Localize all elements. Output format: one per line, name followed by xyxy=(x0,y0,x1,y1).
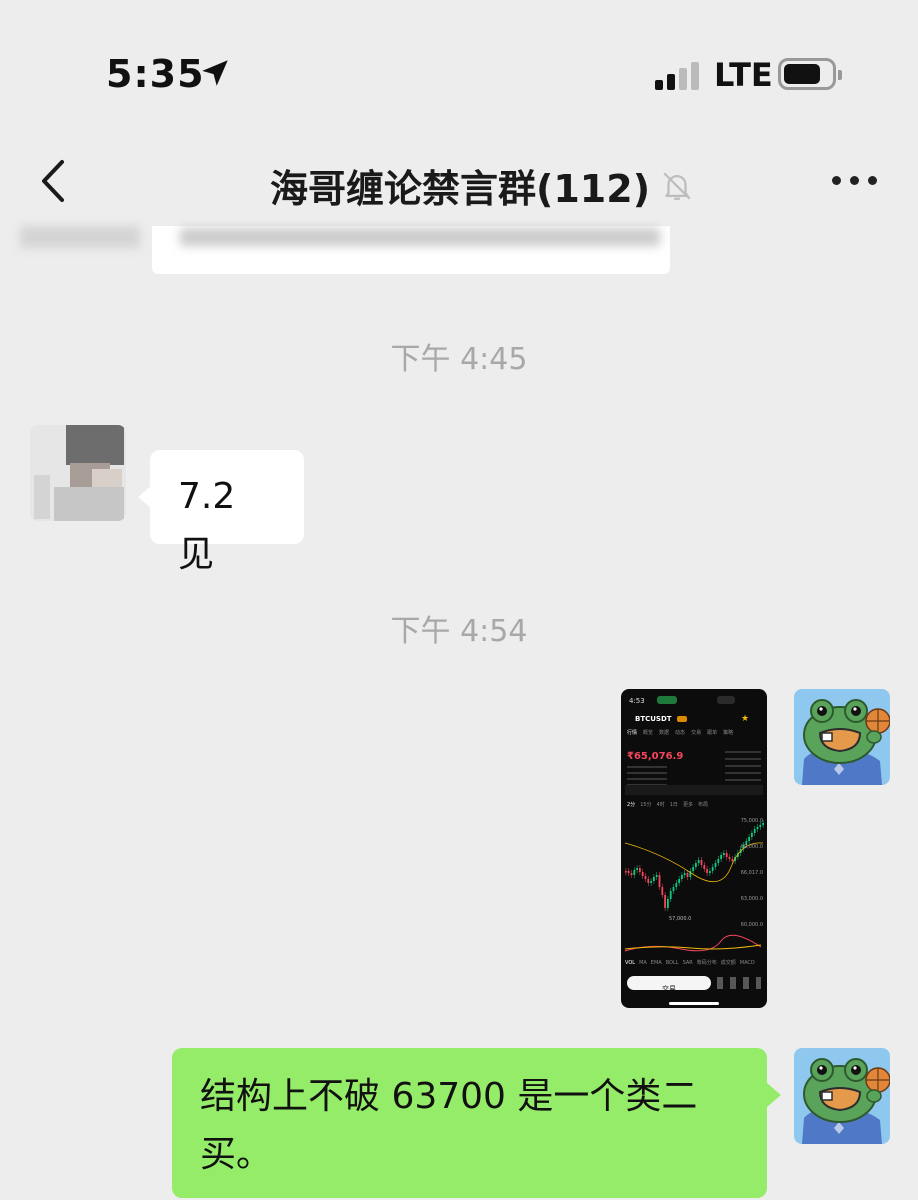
shot-interval: 2分 xyxy=(627,802,636,808)
shot-interval: 1日 xyxy=(669,802,678,808)
chat-title-group[interactable]: 海哥缠论禁言群(112) xyxy=(270,158,694,213)
shot-indicator: VOL xyxy=(625,960,636,966)
shot-indicator xyxy=(657,696,677,704)
shot-interval: 4时 xyxy=(656,802,665,808)
blurred-avatar-fragment xyxy=(20,226,140,248)
shot-tab: 策略 xyxy=(723,730,734,736)
shot-interval: 更多 xyxy=(682,802,693,808)
message-text: 7.2 见 xyxy=(178,476,236,575)
shot-home-indicator xyxy=(669,1002,719,1005)
shot-stats xyxy=(725,751,761,781)
status-time: 5:35 xyxy=(106,52,205,96)
message-text: 结构上不破 63700 是一个类二买。 xyxy=(200,1076,698,1175)
shot-indicator-tabs: VOL MA EMA BOLL SAR 筹码分布 成交额 MACD xyxy=(625,959,755,967)
shot-tab: 交易 xyxy=(691,730,702,736)
macd-panel xyxy=(624,934,762,952)
shot-price-level: 60,000.0 xyxy=(740,922,763,928)
shot-time: 4:53 xyxy=(629,697,645,705)
shot-indicator: 筹码分布 xyxy=(696,960,717,966)
shot-indicator xyxy=(717,696,735,704)
shot-news-banner xyxy=(625,785,763,795)
status-bar: 5:35 LTE xyxy=(0,0,918,140)
shot-price: ₹65,076.9 xyxy=(627,751,684,762)
shot-interval: 布局 xyxy=(697,802,708,808)
blurred-text-fragment xyxy=(180,228,660,246)
message-bubble[interactable]: 7.2 见 xyxy=(150,450,304,575)
shot-tabs: 行情 概览 数据 动态 交易 跟单 策略 xyxy=(627,729,763,739)
avatar[interactable] xyxy=(794,689,890,785)
more-dots-icon[interactable] xyxy=(826,166,882,196)
shot-tab: 跟单 xyxy=(707,730,718,736)
shot-low-label: 57,000.0 xyxy=(669,916,692,922)
shot-tab: 行情 xyxy=(627,730,638,736)
shot-badge xyxy=(677,716,687,722)
shot-indicator: BOLL xyxy=(665,960,679,966)
shot-tab: 动态 xyxy=(675,730,686,736)
message-bubble[interactable]: 结构上不破 63700 是一个类二买。 xyxy=(172,1048,767,1198)
shot-price-level: 63,000.0 xyxy=(740,896,763,902)
star-icon: ★ xyxy=(741,714,750,724)
signal-bars-icon xyxy=(655,60,699,90)
avatar[interactable] xyxy=(794,1048,890,1144)
shot-price-level: 75,000.0 xyxy=(740,818,763,824)
image-message-thumbnail[interactable]: 4:53 BTCUSDT ★ 行情 概览 数据 动态 交易 跟单 策略 ₹65,076.9 … xyxy=(621,689,767,1008)
shot-indicator: 成交额 xyxy=(720,960,736,966)
chat-header: 海哥缠论禁言群(112) xyxy=(0,140,918,224)
avatar[interactable] xyxy=(30,425,126,521)
shot-stats xyxy=(627,766,667,786)
shot-trade-button: 交易 xyxy=(627,976,711,993)
shot-price-level: 69,000.0 xyxy=(740,844,763,850)
shot-bottom-icons xyxy=(717,977,761,989)
network-type: LTE xyxy=(714,56,773,94)
shot-pair: BTCUSDT xyxy=(635,715,672,723)
shot-interval: 15分 xyxy=(640,802,652,808)
message-timestamp: 下午 4:54 xyxy=(390,614,528,649)
shot-indicator: EMA xyxy=(650,960,662,966)
back-chevron-icon[interactable] xyxy=(34,154,74,208)
mute-bell-icon xyxy=(663,171,691,200)
shot-indicator: MACD xyxy=(739,960,755,966)
shot-intervals: 2分 15分 4时 1日 更多 布局 xyxy=(627,801,708,811)
shot-tab: 概览 xyxy=(643,730,654,736)
shot-indicator: MA xyxy=(639,960,647,966)
chat-title: 海哥缠论禁言群(112) xyxy=(270,167,651,211)
location-arrow-icon xyxy=(202,60,228,86)
shot-price-level: 66,017.0 xyxy=(740,870,763,876)
shot-tab: 数据 xyxy=(659,730,670,736)
message-timestamp: 下午 4:45 xyxy=(390,342,528,377)
bubble-tail xyxy=(767,1083,781,1107)
shot-indicator: SAR xyxy=(682,960,693,966)
battery-icon xyxy=(778,58,842,90)
